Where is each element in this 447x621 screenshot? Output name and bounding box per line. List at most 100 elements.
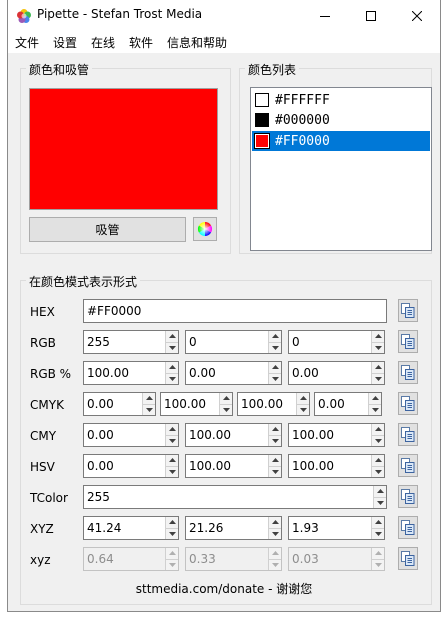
menu-settings[interactable]: 设置 [53, 34, 77, 51]
xyz-normalized-field-1[interactable]: 0.64 [83, 547, 179, 571]
spin-buttons[interactable] [371, 424, 384, 446]
spin-up-button[interactable] [166, 331, 178, 343]
tcolor-copy-button[interactable] [398, 485, 418, 508]
spin-down-button[interactable] [369, 404, 381, 415]
maximize-button[interactable] [348, 0, 394, 31]
spin-up-button[interactable] [166, 424, 178, 436]
spin-down-button[interactable] [372, 559, 384, 570]
cmyk-copy-button[interactable] [398, 392, 418, 415]
cmyk-field-1[interactable]: 0.00 [83, 392, 156, 416]
pipette-button[interactable]: 吸管 [29, 217, 186, 242]
spin-down-button[interactable] [269, 435, 281, 446]
spin-down-button[interactable] [269, 466, 281, 477]
cmy-field-1[interactable]: 0.00 [83, 423, 179, 447]
cmyk-field-4[interactable]: 0.00 [314, 392, 382, 416]
spin-down-button[interactable] [372, 435, 384, 446]
rgb-field-1[interactable]: 255 [83, 330, 179, 354]
spin-up-button[interactable] [269, 331, 281, 343]
spin-up-button[interactable] [374, 486, 386, 498]
spin-down-button[interactable] [269, 342, 281, 353]
color-list-item[interactable]: #FFFFFF [252, 90, 430, 110]
spin-buttons[interactable] [268, 331, 281, 353]
spin-up-button[interactable] [369, 393, 381, 405]
cmyk-field-2[interactable]: 100.00 [160, 392, 233, 416]
rgb-field-3[interactable]: 0 [288, 330, 385, 354]
spin-up-button[interactable] [372, 455, 384, 467]
menu-file[interactable]: 文件 [15, 34, 39, 51]
spin-buttons[interactable] [165, 548, 178, 570]
xyz-normalized-copy-button[interactable] [398, 547, 418, 570]
spin-down-button[interactable] [269, 373, 281, 384]
hsv-field-3[interactable]: 100.00 [288, 454, 385, 478]
color-list-item[interactable]: #FF0000 [252, 131, 430, 151]
spin-buttons[interactable] [373, 486, 386, 508]
rgb-percent-field-2[interactable]: 0.00 [185, 361, 282, 385]
spin-down-button[interactable] [143, 404, 155, 415]
hex-field-1[interactable]: #FF0000 [83, 299, 387, 323]
rgb-field-2[interactable]: 0 [185, 330, 282, 354]
spin-buttons[interactable] [296, 393, 309, 415]
spin-up-button[interactable] [166, 362, 178, 374]
spin-buttons[interactable] [268, 362, 281, 384]
rgb-percent-field-3[interactable]: 0.00 [288, 361, 385, 385]
spin-down-button[interactable] [166, 435, 178, 446]
xyz-normalized-field-3[interactable]: 0.03 [288, 547, 385, 571]
spin-down-button[interactable] [374, 497, 386, 508]
hsv-copy-button[interactable] [398, 454, 418, 477]
hsv-field-1[interactable]: 0.00 [83, 454, 179, 478]
spin-buttons[interactable] [268, 424, 281, 446]
spin-up-button[interactable] [372, 548, 384, 560]
close-button[interactable] [394, 0, 440, 31]
xyz-field-3[interactable]: 1.93 [288, 516, 385, 540]
spin-buttons[interactable] [165, 455, 178, 477]
spin-buttons[interactable] [368, 393, 381, 415]
spin-buttons[interactable] [219, 393, 232, 415]
spin-down-button[interactable] [166, 342, 178, 353]
menu-help[interactable]: 信息和帮助 [167, 34, 227, 51]
rgb-percent-copy-button[interactable] [398, 361, 418, 384]
spin-up-button[interactable] [297, 393, 309, 405]
xyz-normalized-field-2[interactable]: 0.33 [185, 547, 282, 571]
cmy-field-3[interactable]: 100.00 [288, 423, 385, 447]
spin-buttons[interactable] [165, 517, 178, 539]
spin-down-button[interactable] [297, 404, 309, 415]
xyz-field-1[interactable]: 41.24 [83, 516, 179, 540]
menu-online[interactable]: 在线 [91, 34, 115, 51]
spin-down-button[interactable] [166, 559, 178, 570]
spin-up-button[interactable] [372, 517, 384, 529]
spin-down-button[interactable] [269, 559, 281, 570]
spin-up-button[interactable] [166, 517, 178, 529]
spin-up-button[interactable] [269, 517, 281, 529]
spin-buttons[interactable] [165, 424, 178, 446]
spin-down-button[interactable] [166, 466, 178, 477]
spin-down-button[interactable] [372, 373, 384, 384]
spin-up-button[interactable] [372, 424, 384, 436]
spin-up-button[interactable] [372, 362, 384, 374]
spin-down-button[interactable] [166, 373, 178, 384]
hex-copy-button[interactable] [398, 299, 418, 322]
rgb-percent-field-1[interactable]: 100.00 [83, 361, 179, 385]
spin-buttons[interactable] [371, 455, 384, 477]
spin-down-button[interactable] [372, 342, 384, 353]
spin-up-button[interactable] [143, 393, 155, 405]
cmy-copy-button[interactable] [398, 423, 418, 446]
spin-down-button[interactable] [372, 466, 384, 477]
spin-up-button[interactable] [166, 455, 178, 467]
spin-buttons[interactable] [371, 331, 384, 353]
xyz-copy-button[interactable] [398, 516, 418, 539]
spin-up-button[interactable] [220, 393, 232, 405]
rgb-copy-button[interactable] [398, 330, 418, 353]
spin-up-button[interactable] [269, 455, 281, 467]
spin-down-button[interactable] [220, 404, 232, 415]
spin-buttons[interactable] [371, 362, 384, 384]
spin-buttons[interactable] [165, 362, 178, 384]
spin-up-button[interactable] [269, 362, 281, 374]
spin-down-button[interactable] [269, 528, 281, 539]
cmyk-field-3[interactable]: 100.00 [237, 392, 310, 416]
spin-buttons[interactable] [268, 455, 281, 477]
cmy-field-2[interactable]: 100.00 [185, 423, 282, 447]
spin-buttons[interactable] [142, 393, 155, 415]
spin-buttons[interactable] [268, 517, 281, 539]
spin-buttons[interactable] [371, 517, 384, 539]
spin-down-button[interactable] [372, 528, 384, 539]
